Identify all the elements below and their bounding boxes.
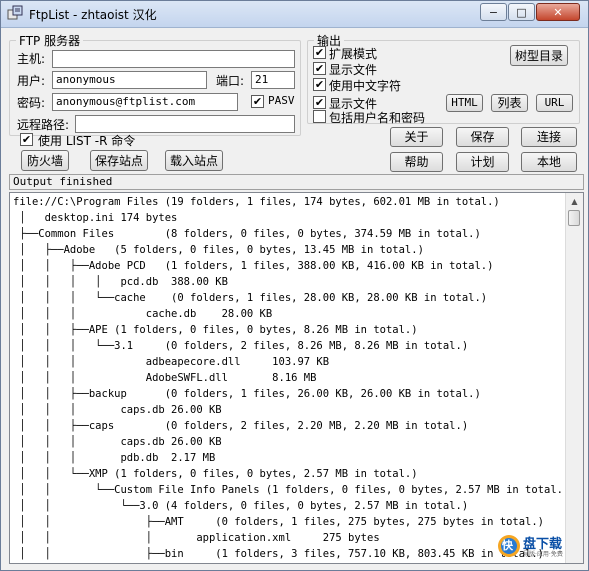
tree-line: │ ├──Adobe (5 folders, 0 files, 0 bytes,… — [13, 244, 424, 256]
remote-path-input[interactable] — [75, 115, 295, 133]
window-title: FtpList - zhtaoist 汉化 — [29, 8, 157, 22]
expand-mode-checkbox[interactable]: ✔ — [313, 46, 326, 59]
scroll-thumb[interactable] — [568, 210, 580, 226]
port-input[interactable]: 21 — [251, 71, 295, 89]
maximize-button[interactable]: □ — [508, 3, 535, 21]
tree-line: │ │ │ cache.db 28.00 KB — [13, 308, 273, 320]
output-tree-view[interactable]: file://C:\Program Files (19 folders, 1 f… — [9, 192, 584, 564]
password-input[interactable]: anonymous@ftplist.com — [52, 93, 238, 111]
remote-path-label: 远程路径: — [17, 118, 70, 132]
maximize-icon: □ — [516, 5, 527, 19]
connect-button[interactable]: 连接 — [521, 127, 577, 147]
tree-output-text: file://C:\Program Files (19 folders, 1 f… — [13, 194, 563, 562]
tree-line: │ │ │ caps.db 26.00 KB — [13, 404, 222, 416]
settings-panel: FTP 服务器 主机: 用户: anonymous 端口: 21 密码: ano… — [1, 28, 588, 193]
tree-line: │ │ │ │ pcd.db 388.00 KB — [13, 276, 228, 288]
pasv-label: PASV — [268, 94, 295, 107]
tree-line: │ │ │ AdobeSWFL.dll 8.16 MB — [13, 372, 317, 384]
host-input[interactable] — [52, 50, 295, 68]
tree-line: │ │ ├──APE (1 folders, 0 files, 0 bytes,… — [13, 324, 418, 336]
tree-line: │ │ └──Custom File Info Panels (1 folder… — [13, 484, 563, 496]
tree-line: │ │ └──3.0 (4 folders, 0 files, 0 bytes,… — [13, 500, 469, 512]
list-button[interactable]: 列表 — [491, 94, 528, 112]
pasv-checkbox[interactable]: ✔ — [251, 95, 264, 108]
vertical-scrollbar[interactable]: ▲ — [565, 193, 583, 563]
tree-line: file://C:\Program Files (19 folders, 1 f… — [13, 196, 500, 208]
tree-line: │ │ ├──AMT (0 folders, 1 files, 275 byte… — [13, 516, 545, 528]
html-button[interactable]: HTML — [446, 94, 483, 112]
port-label: 端口: — [216, 74, 245, 88]
host-label: 主机: — [17, 52, 46, 66]
user-label: 用户: — [17, 74, 46, 88]
list-r-checkbox[interactable]: ✔ — [20, 133, 33, 146]
status-bar: Output finished — [9, 174, 584, 190]
tree-line: │ │ ├──backup (0 folders, 1 files, 26.00… — [13, 388, 481, 400]
close-icon: ✕ — [553, 5, 563, 19]
title-bar[interactable]: FtpList - zhtaoist 汉化 − □ ✕ — [1, 1, 588, 28]
save-button[interactable]: 保存 — [456, 127, 509, 147]
schedule-button[interactable]: 计划 — [456, 152, 509, 172]
watermark-small-text: 导版·应用·免费 — [523, 551, 563, 558]
chinese-chars-checkbox[interactable]: ✔ — [313, 78, 326, 91]
about-button[interactable]: 关于 — [390, 127, 443, 147]
tree-view-button[interactable]: 树型目录 — [510, 45, 568, 66]
tree-line: │ │ │ pdb.db 2.17 MB — [13, 452, 216, 464]
tree-line: ├──Common Files (8 folders, 0 files, 0 b… — [13, 228, 481, 240]
minimize-button[interactable]: − — [480, 3, 507, 21]
tree-line: │ │ │ caps.db 26.00 KB — [13, 436, 222, 448]
tree-line: │ desktop.ini 174 bytes — [13, 212, 178, 224]
watermark-logo: 快 盘下载 导版·应用·免费 — [497, 532, 577, 560]
tree-line: │ │ ├──caps (0 folders, 2 files, 2.20 MB… — [13, 420, 469, 432]
scroll-up-icon[interactable]: ▲ — [567, 194, 582, 209]
tree-line: │ │ │ └──cache (0 folders, 1 files, 28.0… — [13, 292, 488, 304]
tree-line: │ │ │ application.xml 275 bytes — [13, 532, 380, 544]
tree-line: │ │ ├──Adobe PCD (1 folders, 1 files, 38… — [13, 260, 494, 272]
help-button[interactable]: 帮助 — [390, 152, 443, 172]
tree-line: │ │ │ └──3.1 (0 folders, 2 files, 8.26 M… — [13, 340, 469, 352]
include-credentials-label: 包括用户名和密码 — [329, 111, 426, 125]
load-site-button[interactable]: 载入站点 — [165, 150, 223, 171]
show-files-label: 显示文件 — [329, 63, 378, 77]
expand-mode-label: 扩展模式 — [329, 47, 378, 61]
ftp-server-legend: FTP 服务器 — [19, 34, 81, 48]
tree-line: │ │ │ adbeapecore.dll 103.97 KB — [13, 356, 330, 368]
firewall-button[interactable]: 防火墙 — [21, 150, 69, 171]
list-r-label: 使用 LIST -R 命令 — [38, 134, 136, 148]
close-button[interactable]: ✕ — [536, 3, 580, 21]
password-label: 密码: — [17, 96, 46, 110]
chinese-chars-label: 使用中文字符 — [329, 79, 402, 93]
app-icon — [7, 5, 23, 20]
url-button[interactable]: URL — [536, 94, 573, 112]
user-input[interactable]: anonymous — [52, 71, 207, 89]
local-button[interactable]: 本地 — [521, 152, 577, 172]
include-credentials-checkbox[interactable] — [313, 110, 326, 123]
show-files-2-checkbox[interactable]: ✔ — [313, 96, 326, 109]
tree-line: │ │ ├──bin (1 folders, 3 files, 757.10 K… — [13, 548, 545, 560]
ftplist-window: FtpList - zhtaoist 汉化 − □ ✕ FTP 服务器 主机: … — [0, 0, 589, 571]
show-files-checkbox[interactable]: ✔ — [313, 62, 326, 75]
minimize-icon: − — [488, 5, 499, 19]
save-site-button[interactable]: 保存站点 — [90, 150, 148, 171]
tree-line: │ │ └──XMP (1 folders, 0 files, 0 bytes,… — [13, 468, 418, 480]
watermark-left-text: 快 — [502, 539, 513, 552]
